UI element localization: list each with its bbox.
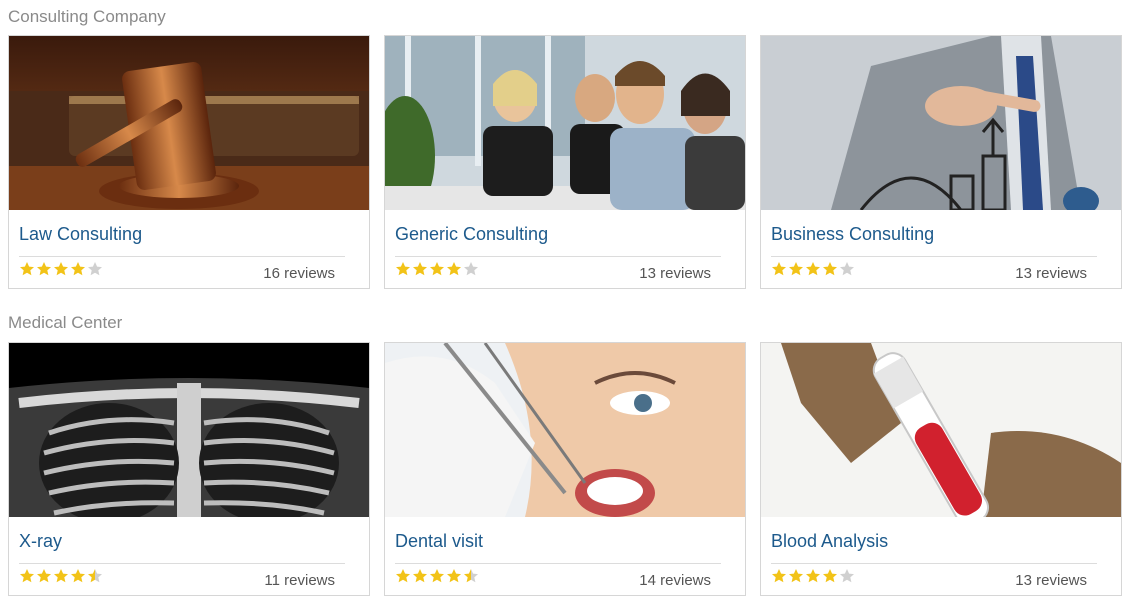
star-icon — [54, 262, 68, 276]
law-consulting-image[interactable] — [9, 36, 369, 210]
service-card-law-consulting[interactable]: Law Consulting 16 reviews — [8, 35, 370, 289]
star-rating — [19, 261, 104, 279]
star-rating — [771, 568, 856, 586]
star-icon — [789, 262, 803, 276]
blood-analysis-image[interactable] — [761, 343, 1121, 517]
card-divider — [771, 563, 1097, 564]
section-title-consulting: Consulting Company — [8, 7, 166, 26]
star-icon — [447, 262, 461, 276]
x-ray-image[interactable] — [9, 343, 369, 517]
star-icon — [772, 569, 786, 583]
star-icon — [396, 262, 410, 276]
star-icon — [20, 262, 34, 276]
star-icon — [447, 569, 461, 583]
service-card-dental-visit[interactable]: Dental visit 14 reviews — [384, 342, 746, 596]
star-rating — [395, 568, 480, 586]
star-rating — [395, 261, 480, 279]
reviews-count-link[interactable]: 13 reviews — [639, 265, 711, 282]
star-icon — [772, 262, 786, 276]
card-divider — [19, 563, 345, 564]
card-title-link[interactable]: X-ray — [19, 531, 62, 552]
section-title-medical: Medical Center — [8, 313, 123, 332]
card-divider — [19, 256, 345, 257]
star-icon — [88, 569, 102, 583]
star-icon — [464, 262, 478, 276]
star-icon — [430, 569, 444, 583]
star-icon — [823, 569, 837, 583]
star-icon — [464, 569, 478, 583]
reviews-count-link[interactable]: 13 reviews — [1015, 265, 1087, 282]
reviews-count-link[interactable]: 11 reviews — [264, 572, 335, 589]
star-icon — [840, 262, 854, 276]
card-title-link[interactable]: Dental visit — [395, 531, 483, 552]
star-icon — [54, 569, 68, 583]
dental-visit-image[interactable] — [385, 343, 745, 517]
service-card-business-consulting[interactable]: Business Consulting 13 reviews — [760, 35, 1122, 289]
service-card-blood-analysis[interactable]: Blood Analysis 13 reviews — [760, 342, 1122, 596]
star-icon — [88, 262, 102, 276]
card-divider — [395, 256, 721, 257]
service-card-x-ray[interactable]: X-ray 11 reviews — [8, 342, 370, 596]
business-consulting-image[interactable] — [761, 36, 1121, 210]
reviews-count-link[interactable]: 14 reviews — [639, 572, 711, 589]
card-divider — [771, 256, 1097, 257]
card-title-link[interactable]: Business Consulting — [771, 224, 934, 245]
reviews-count-link[interactable]: 13 reviews — [1015, 572, 1087, 589]
generic-consulting-image[interactable] — [385, 36, 745, 210]
star-icon — [37, 262, 51, 276]
service-card-generic-consulting[interactable]: Generic Consulting 13 reviews — [384, 35, 746, 289]
star-rating — [19, 568, 104, 586]
star-icon — [806, 569, 820, 583]
star-icon — [37, 569, 51, 583]
card-title-link[interactable]: Blood Analysis — [771, 531, 888, 552]
star-icon — [71, 569, 85, 583]
reviews-count-link[interactable]: 16 reviews — [263, 265, 335, 282]
card-title-link[interactable]: Generic Consulting — [395, 224, 548, 245]
card-title-link[interactable]: Law Consulting — [19, 224, 142, 245]
star-icon — [20, 569, 34, 583]
star-icon — [413, 262, 427, 276]
star-icon — [413, 569, 427, 583]
star-icon — [789, 569, 803, 583]
star-icon — [396, 569, 410, 583]
star-icon — [823, 262, 837, 276]
card-divider — [395, 563, 721, 564]
star-icon — [840, 569, 854, 583]
star-icon — [430, 262, 444, 276]
star-icon — [71, 262, 85, 276]
star-rating — [771, 261, 856, 279]
star-icon — [806, 262, 820, 276]
